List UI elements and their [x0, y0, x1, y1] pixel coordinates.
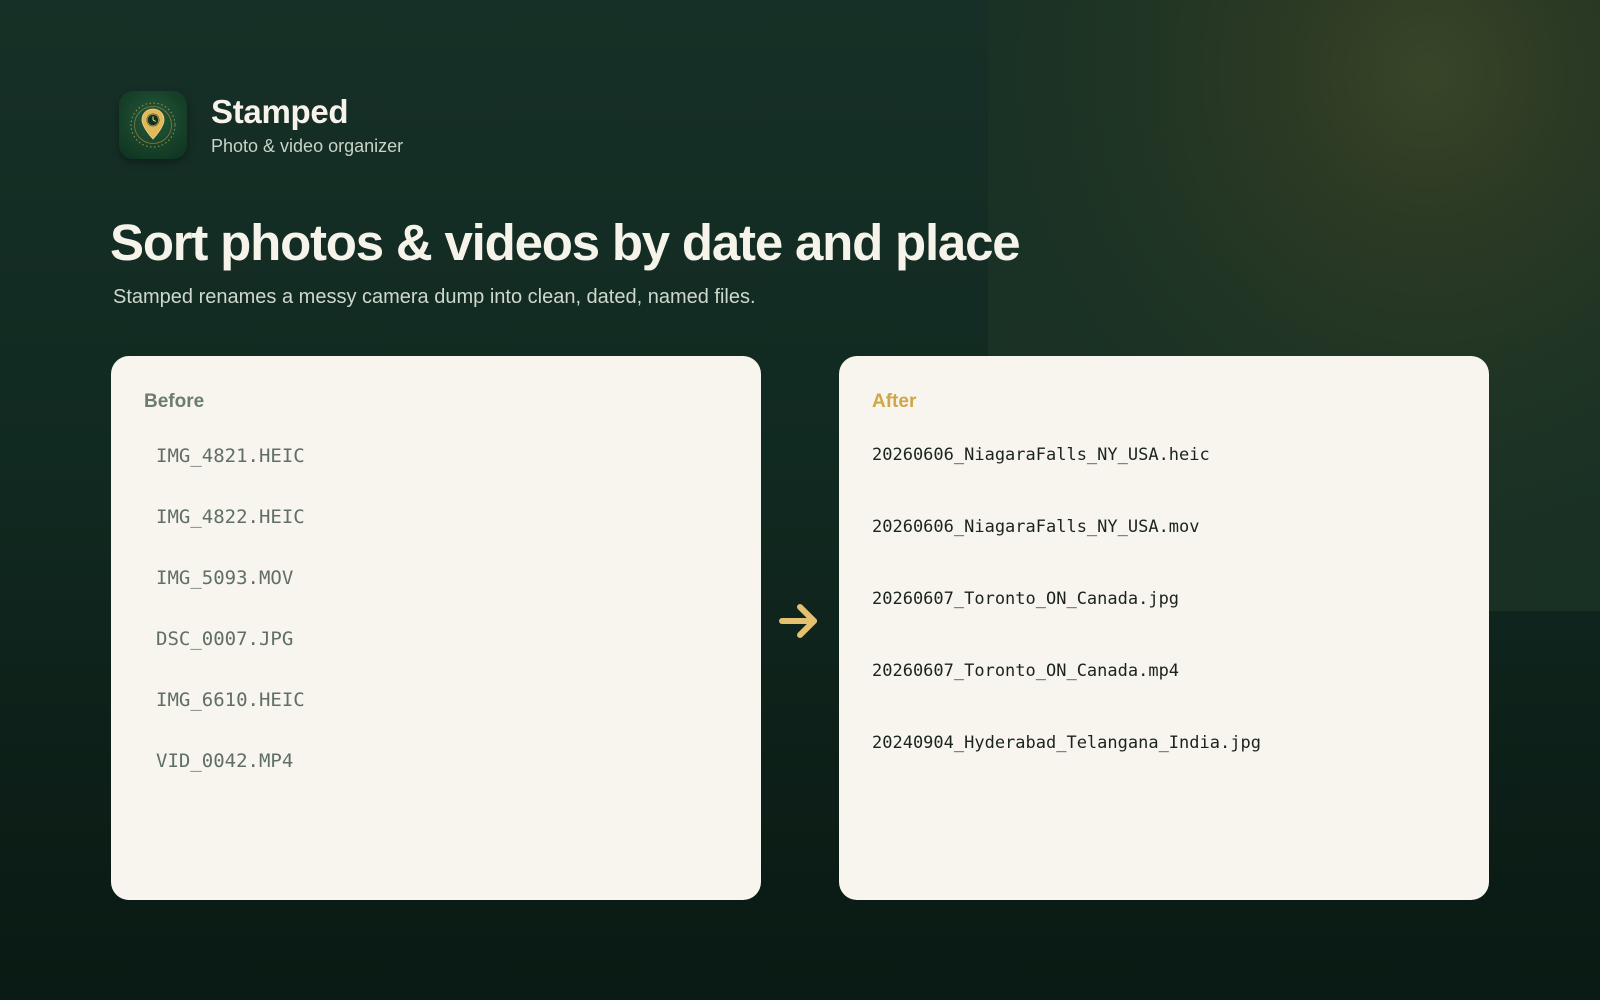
- after-card: After 20260606_NiagaraFalls_NY_USA.heic …: [839, 356, 1489, 900]
- before-file-item: IMG_4822.HEIC: [156, 506, 305, 528]
- before-file-item: DSC_0007.JPG: [156, 628, 294, 650]
- app-name: Stamped: [211, 93, 349, 130]
- page-subheadline: Stamped renames a messy camera dump into…: [113, 286, 756, 308]
- arrow-right-icon: [776, 598, 822, 644]
- before-card: Before IMG_4821.HEIC IMG_4822.HEIC IMG_5…: [111, 356, 761, 900]
- before-file-item: IMG_4821.HEIC: [156, 445, 305, 467]
- after-file-item: 20260606_NiagaraFalls_NY_USA.heic: [872, 445, 1210, 465]
- brand-block: Stamped Photo & video organizer: [211, 93, 403, 157]
- location-pin-clock-icon: [119, 91, 187, 159]
- before-label: Before: [144, 391, 205, 412]
- before-file-item: IMG_6610.HEIC: [156, 689, 305, 711]
- before-file-item: IMG_5093.MOV: [156, 567, 294, 589]
- app-subtitle: Photo & video organizer: [211, 136, 404, 156]
- after-file-item: 20260606_NiagaraFalls_NY_USA.mov: [872, 517, 1200, 537]
- app-header: Stamped Photo & video organizer: [119, 91, 403, 159]
- after-file-item: 20240904_Hyderabad_Telangana_India.jpg: [872, 733, 1261, 753]
- after-file-item: 20260607_Toronto_ON_Canada.mp4: [872, 661, 1180, 681]
- page-headline: Sort photos & videos by date and place: [110, 214, 1021, 271]
- after-file-item: 20260607_Toronto_ON_Canada.jpg: [872, 589, 1180, 609]
- after-label: After: [872, 391, 917, 412]
- before-file-item: VID_0042.MP4: [156, 750, 294, 772]
